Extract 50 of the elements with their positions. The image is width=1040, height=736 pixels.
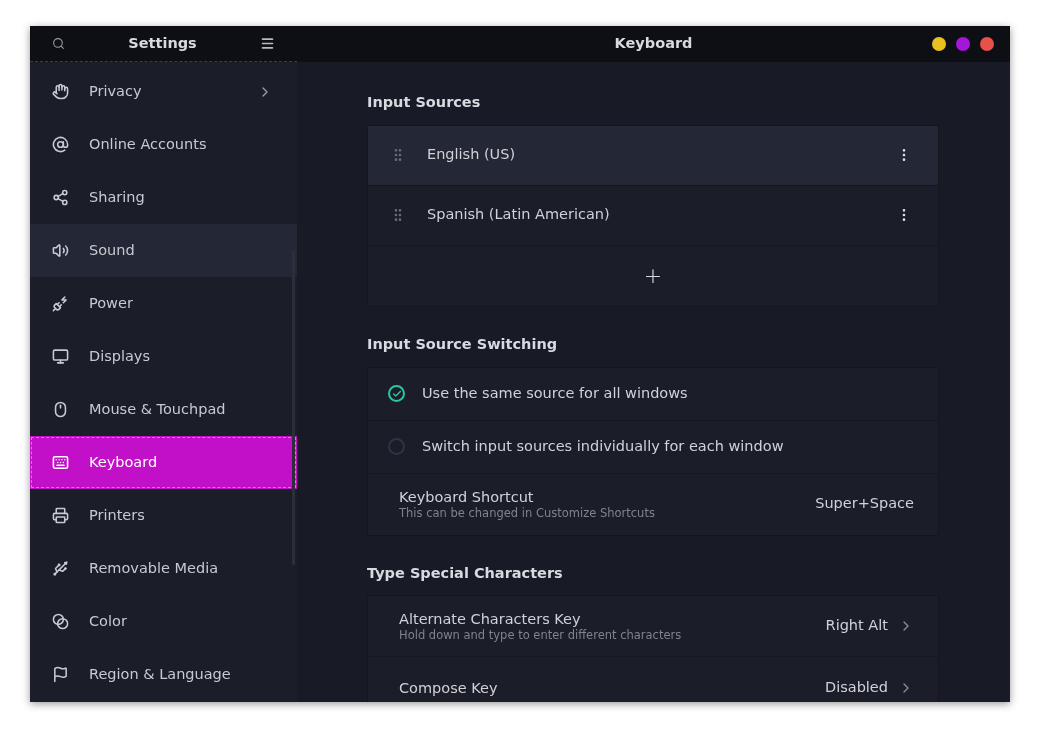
add-input-source-button[interactable]: + <box>635 264 671 287</box>
section-heading: Input Sources <box>367 93 482 112</box>
speaker-icon <box>52 242 69 259</box>
radio-button[interactable] <box>388 438 405 455</box>
setting-value: Disabled <box>825 677 888 697</box>
sidebar-item[interactable]: Sound <box>30 224 297 277</box>
sidebar-item[interactable]: Keyboard <box>30 436 297 489</box>
monitor-icon <box>52 348 69 365</box>
input-source-row[interactable]: English (US) <box>368 125 938 186</box>
window-title: Keyboard <box>614 34 693 54</box>
setting-row[interactable]: Compose Key Disabled <box>368 657 938 702</box>
setting-value: Super+Space <box>815 494 914 514</box>
sidebar-item[interactable]: Power <box>30 277 297 330</box>
sidebar-item[interactable]: Privacy <box>30 65 297 118</box>
sidebar-item[interactable]: Sharing <box>30 171 297 224</box>
search-icon[interactable] <box>52 37 65 50</box>
menu-icon[interactable] <box>260 36 275 51</box>
sidebar-item[interactable]: Color <box>30 595 297 648</box>
sidebar-item[interactable]: Online Accounts <box>30 118 297 171</box>
setting-description: Hold down and type to enter different characters <box>399 627 683 643</box>
check-icon <box>391 388 402 399</box>
setting-row[interactable]: Keyboard Shortcut This can be changed in Customize Shortcuts Super+Space <box>368 473 938 535</box>
sidebar-item[interactable]: Region & Language <box>30 648 297 701</box>
flag-icon <box>52 666 69 683</box>
sidebar-item[interactable]: Displays <box>30 330 297 383</box>
setting-label: Keyboard Shortcut <box>399 487 535 506</box>
radio-option[interactable]: Switch input sources individually for each window <box>368 420 938 474</box>
power-plug-icon <box>52 295 69 312</box>
setting-value: Right Alt <box>825 616 888 636</box>
setting-label: Alternate Characters Key <box>399 609 582 628</box>
sidebar-item[interactable]: Mouse & Touchpad <box>30 383 297 436</box>
color-circles-icon <box>52 613 69 630</box>
setting-row[interactable]: Alternate Characters Key Hold down and type to enter different characters Right Alt <box>368 596 938 658</box>
printer-icon <box>52 507 69 524</box>
at-sign-icon <box>52 136 69 153</box>
radio-option[interactable]: Use the same source for all windows <box>368 367 938 421</box>
share-icon <box>52 189 69 206</box>
keyboard-icon <box>52 454 69 471</box>
setting-description: This can be changed in Customize Shortcuts <box>399 505 656 521</box>
section-heading: Type Special Characters <box>367 563 564 583</box>
section-heading: Input Source Switching <box>367 334 559 354</box>
mouse-icon <box>52 401 69 418</box>
setting-label: Compose Key <box>399 678 499 697</box>
sidebar-title: Settings <box>127 33 198 53</box>
usb-drive-icon <box>52 560 69 577</box>
sidebar-item[interactable]: Removable Media <box>30 542 297 595</box>
hand-icon <box>52 83 69 100</box>
input-source-row[interactable]: Spanish (Latin American) <box>368 185 938 246</box>
radio-button[interactable] <box>388 385 405 402</box>
sidebar-item[interactable]: Printers <box>30 489 297 542</box>
